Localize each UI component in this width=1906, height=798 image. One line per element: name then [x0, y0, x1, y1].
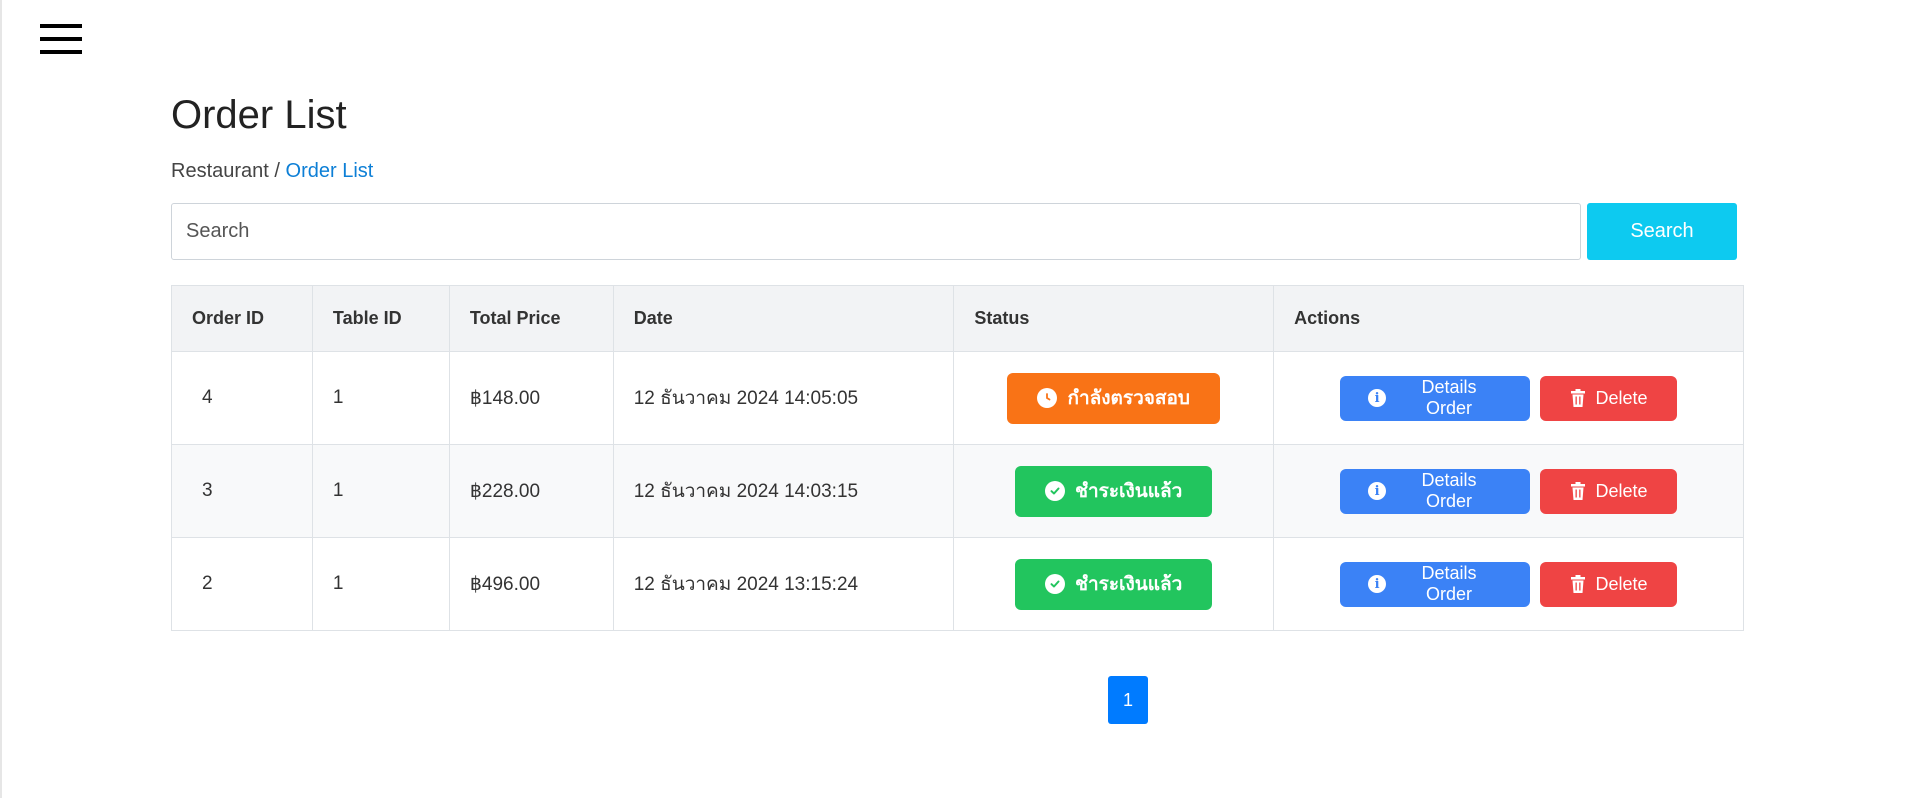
page-title: Order List	[171, 93, 347, 137]
date-cell: 12 ธันวาคม 2024 14:03:15	[612, 444, 955, 538]
table-row: 4 1 ฿148.00 12 ธันวาคม 2024 14:05:05 กำล…	[171, 351, 1744, 445]
clock-icon	[1037, 388, 1058, 408]
column-header-actions: Actions	[1273, 285, 1744, 352]
total-price-cell: ฿148.00	[448, 351, 614, 445]
total-price-cell: ฿496.00	[448, 537, 614, 631]
delete-button[interactable]: Delete	[1540, 468, 1678, 514]
info-icon: i	[1368, 482, 1387, 500]
info-icon: i	[1368, 575, 1387, 593]
column-header-total-price: Total Price	[448, 285, 614, 352]
date-cell: 12 ธันวาคม 2024 14:05:05	[612, 351, 955, 445]
hamburger-menu-icon[interactable]	[40, 24, 82, 56]
delete-button[interactable]: Delete	[1540, 561, 1678, 607]
column-header-date: Date	[612, 285, 955, 352]
details-order-button[interactable]: i Details Order	[1340, 561, 1531, 607]
table-header-row: Order ID Table ID Total Price Date Statu…	[171, 285, 1744, 352]
table-row: 3 1 ฿228.00 12 ธันวาคม 2024 14:03:15 ชำร…	[171, 444, 1744, 538]
status-cell: ชำระเงินแล้ว	[953, 444, 1275, 538]
status-badge: ชำระเงินแล้ว	[1015, 558, 1213, 610]
delete-label: Delete	[1595, 387, 1648, 408]
check-circle-icon	[1045, 574, 1066, 594]
details-order-button[interactable]: i Details Order	[1340, 468, 1531, 514]
table-id-cell: 1	[311, 537, 450, 631]
delete-button[interactable]: Delete	[1540, 375, 1678, 421]
delete-label: Delete	[1595, 480, 1648, 501]
trash-icon	[1570, 389, 1585, 407]
table-id-cell: 1	[311, 351, 450, 445]
details-order-button[interactable]: i Details Order	[1340, 375, 1531, 421]
delete-label: Delete	[1595, 573, 1648, 594]
search-input[interactable]	[171, 203, 1581, 260]
info-icon: i	[1368, 389, 1387, 407]
trash-icon	[1570, 575, 1585, 593]
status-cell: กำลังตรวจสอบ	[953, 351, 1275, 445]
breadcrumb-current[interactable]: Order List	[286, 160, 374, 182]
total-price-cell: ฿228.00	[448, 444, 614, 538]
window-edge	[0, 0, 2, 798]
column-header-table-id: Table ID	[311, 285, 450, 352]
status-cell: ชำระเงินแล้ว	[953, 537, 1275, 631]
order-id-cell: 4	[171, 351, 313, 445]
status-label: ชำระเงินแล้ว	[1075, 573, 1183, 595]
date-cell: 12 ธันวาคม 2024 13:15:24	[612, 537, 955, 631]
breadcrumb-root[interactable]: Restaurant	[171, 160, 269, 182]
table-row: 2 1 ฿496.00 12 ธันวาคม 2024 13:15:24 ชำร…	[171, 537, 1744, 631]
breadcrumb-separator: /	[268, 160, 286, 182]
breadcrumb: Restaurant / Order List	[171, 159, 373, 183]
actions-cell: i Details Order Delete	[1273, 444, 1744, 538]
status-badge: ชำระเงินแล้ว	[1015, 465, 1213, 517]
column-header-order-id: Order ID	[171, 285, 313, 352]
check-circle-icon	[1045, 481, 1066, 501]
pagination-page-1[interactable]: 1	[1108, 676, 1148, 724]
orders-table: Order ID Table ID Total Price Date Statu…	[171, 285, 1744, 631]
order-id-cell: 3	[171, 444, 313, 538]
table-id-cell: 1	[311, 444, 450, 538]
status-label: ชำระเงินแล้ว	[1075, 480, 1183, 502]
trash-icon	[1570, 482, 1585, 500]
details-order-label: Details Order	[1421, 470, 1477, 511]
details-order-label: Details Order	[1421, 563, 1477, 604]
order-id-cell: 2	[171, 537, 313, 631]
details-order-label: Details Order	[1421, 377, 1477, 418]
status-badge: กำลังตรวจสอบ	[1007, 372, 1220, 424]
column-header-status: Status	[953, 285, 1275, 352]
search-button[interactable]: Search	[1587, 203, 1737, 260]
actions-cell: i Details Order Delete	[1273, 351, 1744, 445]
status-label: กำลังตรวจสอบ	[1067, 387, 1190, 409]
actions-cell: i Details Order Delete	[1273, 537, 1744, 631]
